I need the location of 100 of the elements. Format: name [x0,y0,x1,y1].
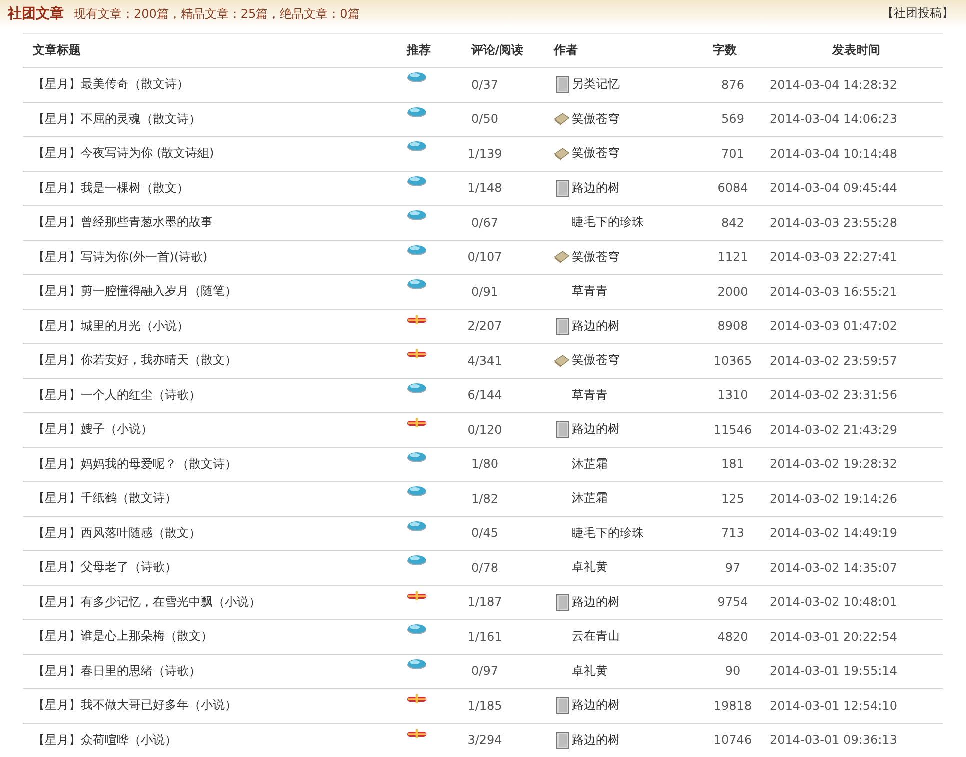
ribbon-icon [407,694,427,704]
article-title-link[interactable]: 【星月】曾经那些青葱水墨的故事 [23,214,395,232]
word-count: 4820 [716,630,750,644]
article-stats: 现有文章：200篇，精品文章：25篇，绝品文章：0篇 [74,6,360,22]
publish-time: 2014-03-02 19:28:32 [770,457,898,472]
comment-count: 1/185 [466,698,504,713]
gem-icon [407,106,427,118]
author-name: 路边的树 [572,594,620,611]
gem-icon [407,452,427,462]
gem-icon [407,624,427,635]
comment-count: 4/341 [466,354,504,368]
ribbon-icon [407,590,427,600]
word-count: 876 [720,78,746,92]
publish-time: 2014-03-03 23:55:28 [770,216,898,230]
publish-time: 2014-03-03 16:55:21 [770,284,898,299]
parcel-icon [554,249,570,266]
author-name: 睫毛下的珍珠 [572,214,644,232]
document-icon [556,421,568,438]
author-name: 路边的树 [572,421,620,438]
publish-time: 2014-03-02 21:43:29 [770,422,898,437]
document-icon [556,697,568,714]
comment-count: 1/148 [466,181,504,196]
comment-count: 0/107 [466,250,504,264]
comment-count: 1/187 [466,595,504,610]
article-title-link[interactable]: 【星月】今夜写诗为你 (散文诗組) [23,145,395,162]
word-count: 6084 [716,181,750,196]
article-title-link[interactable]: 【星月】城里的月光（小说） [23,318,395,335]
word-count: 569 [720,112,746,126]
comment-count: 0/67 [470,216,500,230]
parcel-icon [554,146,570,162]
article-title-link[interactable]: 【星月】我是一棵树（散文） [23,180,395,197]
word-count: 9754 [716,595,750,610]
submit-link[interactable]: 【社团投稿】 [882,5,954,22]
author-name: 路边的树 [572,180,620,197]
publish-time: 2014-03-03 01:47:02 [770,319,898,334]
gem-icon [407,279,427,290]
word-count: 97 [724,560,742,575]
publish-time: 2014-03-01 09:36:13 [770,733,898,748]
comment-count: 1/139 [466,146,504,161]
comment-count: 3/294 [466,733,504,748]
publish-time: 2014-03-02 19:14:26 [770,492,898,506]
author-name: 路边的树 [572,697,620,714]
article-title-link[interactable]: 【星月】千纸鹤（散文诗） [23,490,395,508]
article-title-link[interactable]: 【星月】我不做大哥已好多年（小说） [23,697,395,714]
comment-count: 0/37 [470,78,500,92]
word-count: 842 [720,216,746,230]
comment-count: 1/82 [470,492,500,506]
publish-time: 2014-03-01 20:22:54 [770,630,898,644]
article-title-link[interactable]: 【星月】众荷喧哗（小说） [23,732,395,749]
article-title-link[interactable]: 【星月】妈妈我的母爱呢？（散文诗） [23,456,395,473]
article-title-link[interactable]: 【星月】春日里的思绪（诗歌） [23,662,395,680]
author-name: 笑傲苍穹 [572,110,620,128]
gem-icon [407,382,427,394]
comment-count: 0/50 [470,112,500,126]
author-name: 路边的树 [572,732,620,749]
author-name: 云在青山 [572,628,620,646]
comment-count: 6/144 [466,388,504,402]
article-title-link[interactable]: 【星月】嫂子（小说） [23,421,395,438]
document-icon [556,318,568,335]
article-title-link[interactable]: 【星月】谁是心上那朵梅（散文） [23,628,395,646]
article-title-link[interactable]: 【星月】你若安好，我亦晴天（散文） [23,352,395,370]
article-title-link[interactable]: 【星月】父母老了（诗歌） [23,559,395,576]
word-count: 11546 [712,422,754,437]
word-count: 701 [720,146,746,161]
parcel-icon [554,352,570,369]
word-count: 713 [720,526,746,540]
article-title-link[interactable]: 【星月】有多少记忆，在雪光中飘（小说） [23,594,395,611]
comment-count: 0/45 [470,526,500,540]
article-title-link[interactable]: 【星月】最美传奇（散文诗） [23,76,395,94]
gem-icon [407,244,427,256]
article-title-link[interactable]: 【星月】一个人的红尘（诗歌） [23,386,395,404]
column-header: 发表时间 [831,42,882,59]
author-name: 草青青 [572,386,608,404]
publish-time: 2014-03-02 10:48:01 [770,595,898,610]
gem-icon [407,141,427,152]
publish-time: 2014-03-03 22:27:41 [770,250,898,264]
author-name: 卓礼黄 [572,559,608,576]
column-header: 推荐 [406,42,432,59]
author-name: 沐芷霜 [572,490,608,508]
comment-count: 1/161 [466,630,504,644]
author-name: 沐芷霜 [572,456,608,473]
comment-count: 0/91 [470,284,500,299]
article-title-link[interactable]: 【星月】剪一腔懂得融入岁月（随笔） [23,283,395,300]
article-title-link[interactable]: 【星月】不屈的灵魂（散文诗） [23,110,395,128]
gem-icon [407,72,427,83]
comment-count: 0/97 [470,664,500,678]
publish-time: 2014-03-02 14:35:07 [770,560,898,575]
article-title-link[interactable]: 【星月】西风落叶随感（散文） [23,524,395,542]
document-icon [556,594,568,611]
publish-time: 2014-03-04 14:06:23 [770,112,898,126]
comment-count: 1/80 [470,457,500,472]
comment-count: 0/78 [470,560,500,575]
author-name: 睫毛下的珍珠 [572,524,644,542]
word-count: 90 [724,664,742,678]
gem-icon [407,210,427,221]
author-name: 笑傲苍穹 [572,248,620,266]
ribbon-icon [407,314,427,324]
publish-time: 2014-03-04 10:14:48 [770,146,898,161]
article-title-link[interactable]: 【星月】写诗为你(外一首)(诗歌) [23,248,395,266]
author-name: 路边的树 [572,318,620,335]
